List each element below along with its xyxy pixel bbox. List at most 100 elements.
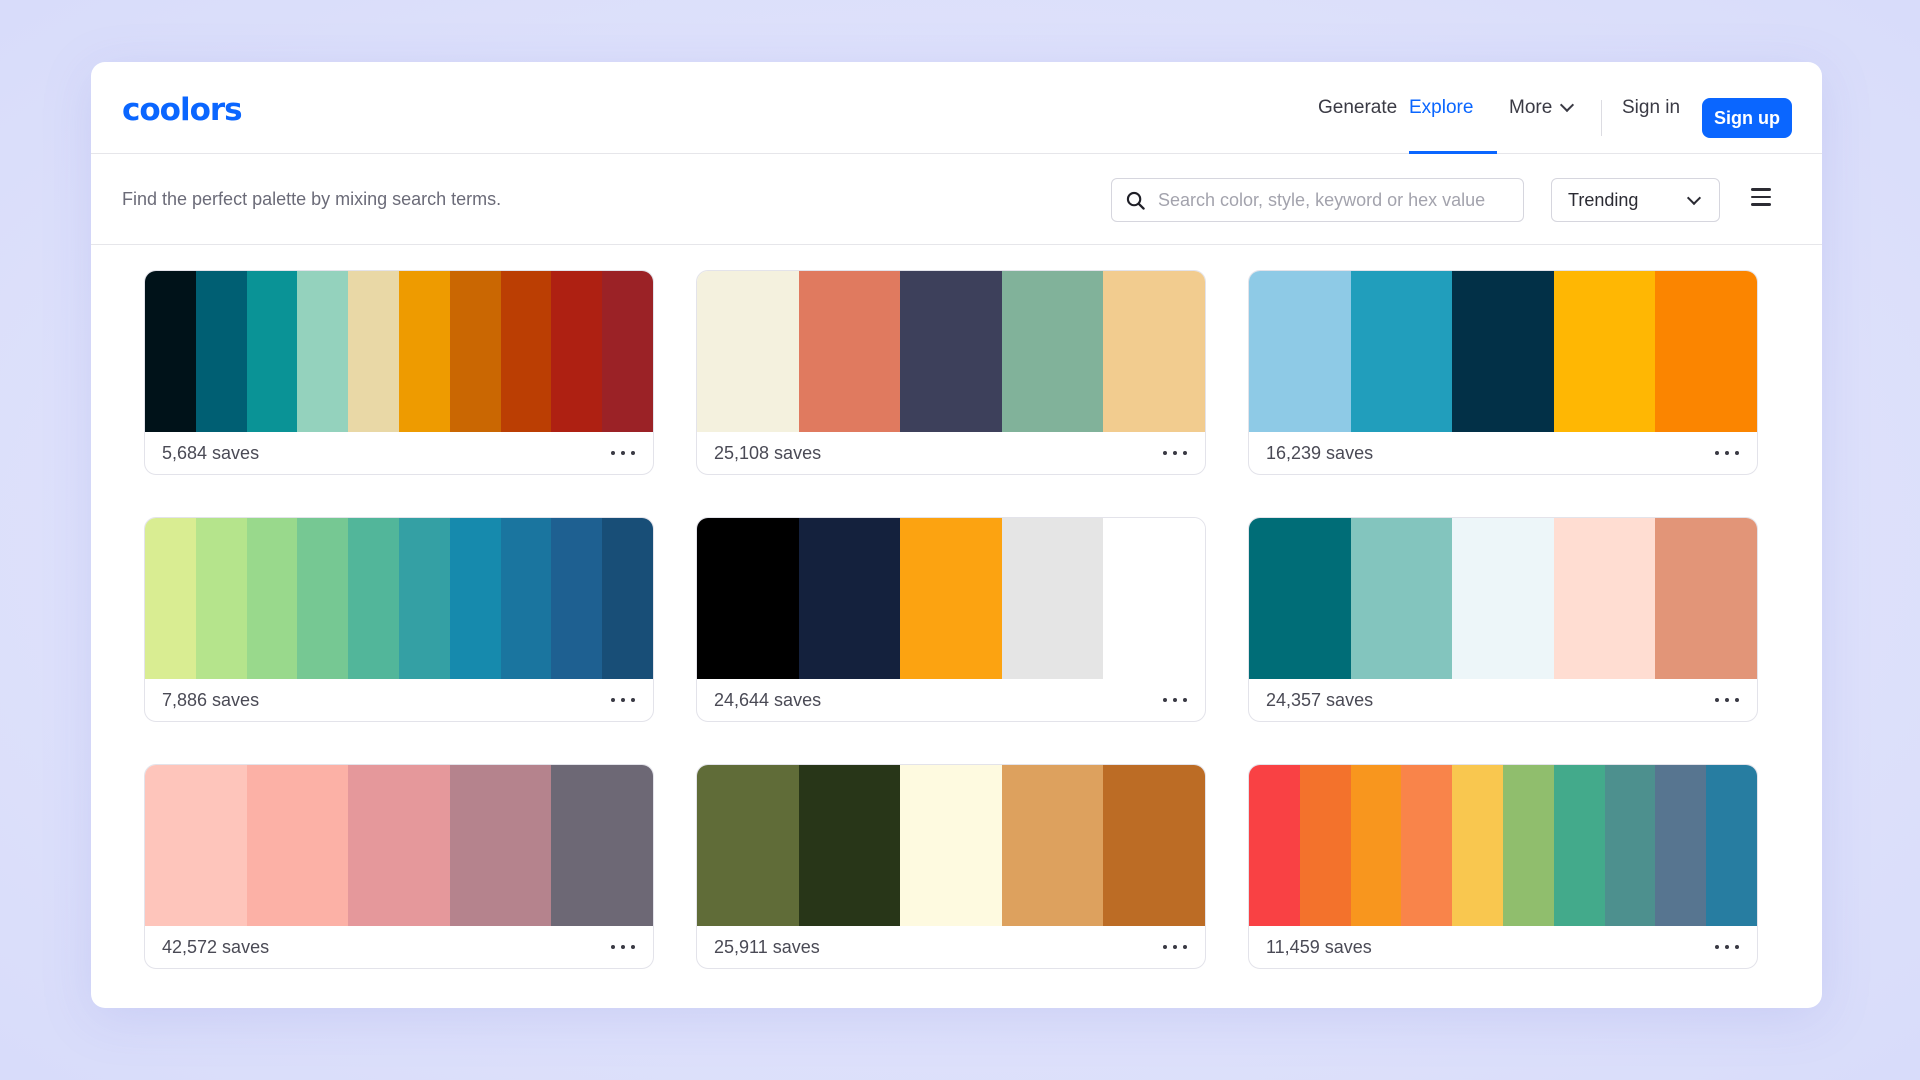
palette-card[interactable]: 25,108 saves [696, 270, 1206, 475]
color-swatch[interactable] [246, 271, 298, 432]
color-swatch[interactable] [1350, 518, 1453, 679]
palette-card[interactable]: 24,644 saves [696, 517, 1206, 722]
search-box[interactable] [1111, 178, 1524, 222]
hamburger-menu-icon[interactable] [1751, 188, 1773, 210]
color-swatch[interactable] [900, 271, 1002, 432]
color-swatch[interactable] [697, 765, 799, 926]
more-options-icon[interactable] [611, 937, 635, 957]
nav-more-menu[interactable]: More [1509, 62, 1575, 154]
color-swatch[interactable] [297, 271, 349, 432]
color-swatch[interactable] [900, 765, 1002, 926]
color-swatch[interactable] [145, 518, 196, 679]
top-navbar: coolors Generate Explore More Sign in Si… [91, 62, 1822, 154]
color-swatch[interactable] [1249, 271, 1351, 432]
color-swatch[interactable] [348, 518, 399, 679]
palette-swatches [697, 765, 1205, 926]
palette-card[interactable]: 25,911 saves [696, 764, 1206, 969]
sign-in-link[interactable]: Sign in [1622, 62, 1680, 154]
color-swatch[interactable] [1655, 271, 1757, 432]
color-swatch[interactable] [697, 271, 799, 432]
color-swatch[interactable] [1553, 518, 1656, 679]
color-swatch[interactable] [798, 271, 901, 432]
sign-up-button[interactable]: Sign up [1702, 98, 1792, 138]
color-swatch[interactable] [602, 518, 653, 679]
nav-explore[interactable]: Explore [1409, 62, 1473, 154]
color-swatch[interactable] [1706, 765, 1757, 926]
color-swatch[interactable] [798, 518, 901, 679]
more-options-icon[interactable] [611, 443, 635, 463]
color-swatch[interactable] [297, 518, 349, 679]
color-swatch[interactable] [1553, 765, 1605, 926]
search-input[interactable] [1158, 179, 1518, 221]
nav-divider [1601, 100, 1602, 136]
color-swatch[interactable] [1452, 271, 1554, 432]
palette-card[interactable]: 7,886 saves [144, 517, 654, 722]
color-swatch[interactable] [1299, 765, 1351, 926]
color-swatch[interactable] [602, 271, 653, 432]
palette-saves-count: 24,357 saves [1266, 690, 1374, 710]
color-swatch[interactable] [551, 765, 653, 926]
color-swatch[interactable] [1249, 765, 1300, 926]
color-swatch[interactable] [551, 271, 603, 432]
color-swatch[interactable] [1103, 765, 1205, 926]
color-swatch[interactable] [1655, 518, 1757, 679]
color-swatch[interactable] [145, 271, 196, 432]
color-swatch[interactable] [1103, 518, 1205, 679]
palette-swatches [1249, 271, 1757, 432]
nav-generate[interactable]: Generate [1318, 62, 1397, 154]
sort-select[interactable]: Trending [1551, 178, 1720, 222]
nav-more-label: More [1509, 97, 1553, 118]
more-options-icon[interactable] [1163, 937, 1187, 957]
color-swatch[interactable] [697, 518, 799, 679]
more-options-icon[interactable] [1715, 443, 1739, 463]
color-swatch[interactable] [1249, 518, 1351, 679]
color-swatch[interactable] [195, 518, 247, 679]
palette-card[interactable]: 11,459 saves [1248, 764, 1758, 969]
color-swatch[interactable] [449, 271, 501, 432]
color-swatch[interactable] [449, 765, 552, 926]
color-swatch[interactable] [1604, 765, 1656, 926]
palette-card[interactable]: 24,357 saves [1248, 517, 1758, 722]
palette-card[interactable]: 16,239 saves [1248, 270, 1758, 475]
color-swatch[interactable] [900, 518, 1002, 679]
color-swatch[interactable] [398, 518, 450, 679]
color-swatch[interactable] [1655, 765, 1707, 926]
palette-footer: 5,684 saves [145, 432, 653, 474]
more-options-icon[interactable] [1163, 690, 1187, 710]
color-swatch[interactable] [1401, 765, 1453, 926]
color-swatch[interactable] [145, 765, 247, 926]
more-options-icon[interactable] [1715, 937, 1739, 957]
color-swatch[interactable] [551, 518, 603, 679]
color-swatch[interactable] [246, 518, 298, 679]
color-swatch[interactable] [1350, 271, 1453, 432]
palette-card[interactable]: 5,684 saves [144, 270, 654, 475]
more-options-icon[interactable] [1163, 443, 1187, 463]
color-swatch[interactable] [500, 518, 552, 679]
color-swatch[interactable] [449, 518, 501, 679]
color-swatch[interactable] [500, 271, 552, 432]
palette-saves-count: 16,239 saves [1266, 443, 1374, 463]
more-options-icon[interactable] [1715, 690, 1739, 710]
color-swatch[interactable] [1103, 271, 1205, 432]
color-swatch[interactable] [1452, 765, 1503, 926]
coolors-logo[interactable]: coolors [122, 95, 243, 126]
color-swatch[interactable] [398, 271, 450, 432]
color-swatch[interactable] [348, 765, 450, 926]
color-swatch[interactable] [798, 765, 901, 926]
color-swatch[interactable] [1502, 765, 1554, 926]
sort-select-value: Trending [1568, 190, 1639, 210]
palette-footer: 11,459 saves [1249, 926, 1757, 968]
color-swatch[interactable] [348, 271, 399, 432]
color-swatch[interactable] [195, 271, 247, 432]
more-options-icon[interactable] [611, 690, 635, 710]
palette-card[interactable]: 42,572 saves [144, 764, 654, 969]
color-swatch[interactable] [1001, 271, 1104, 432]
color-swatch[interactable] [1001, 765, 1104, 926]
palette-swatches [697, 271, 1205, 432]
color-swatch[interactable] [1452, 518, 1554, 679]
explore-tagline: Find the perfect palette by mixing searc… [122, 189, 502, 209]
color-swatch[interactable] [1350, 765, 1402, 926]
color-swatch[interactable] [246, 765, 349, 926]
color-swatch[interactable] [1553, 271, 1656, 432]
color-swatch[interactable] [1001, 518, 1104, 679]
